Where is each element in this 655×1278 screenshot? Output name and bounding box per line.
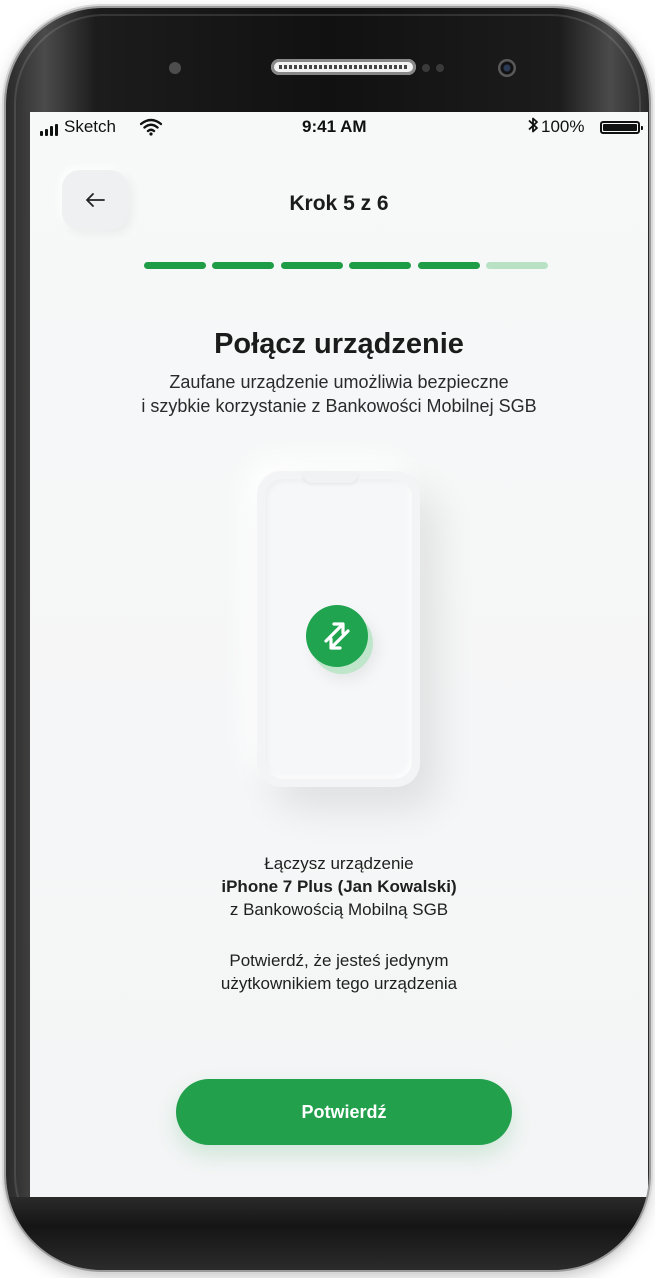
status-bar: Sketch 9:41 AM 100% <box>30 112 648 142</box>
progress-segment <box>144 262 206 269</box>
carrier-name: Sketch <box>64 117 116 136</box>
proximity-sensor <box>169 62 181 74</box>
info-line: z Bankowością Mobilną SGB <box>229 900 449 919</box>
progress-segment <box>349 262 412 269</box>
step-indicator: Krok 5 z 6 <box>289 192 389 215</box>
app-screen: Sketch 9:41 AM 100% Krok 5 z 6 Połącz ur… <box>30 112 648 1197</box>
sync-arrows-icon <box>306 605 368 667</box>
progress-segment <box>417 262 480 269</box>
front-camera <box>498 59 516 77</box>
confirm-note: Potwierdź, że jesteś jedynym użytkowniki… <box>30 949 648 995</box>
confirm-note-line: użytkownikiem tego urządzenia <box>220 974 458 993</box>
page-subtitle: Zaufane urządzenie umożliwia bezpieczne … <box>60 370 618 418</box>
info-line: Łączysz urządzenie <box>264 854 414 873</box>
device-info: Łączysz urządzenie iPhone 7 Plus (Jan Ko… <box>30 852 648 921</box>
device-frame: Sketch 9:41 AM 100% Krok 5 z 6 Połącz ur… <box>6 8 649 1270</box>
bluetooth-icon <box>527 116 539 139</box>
sensor-dots <box>422 64 450 72</box>
confirm-button[interactable]: Potwierdź <box>176 1079 512 1145</box>
battery-percentage: 100% <box>541 117 585 136</box>
status-time: 9:41 AM <box>302 117 367 136</box>
page-title: Połącz urządzenie <box>214 328 464 360</box>
signal-icon <box>40 124 60 136</box>
progress-bar <box>144 262 548 270</box>
wifi-icon <box>139 118 163 141</box>
confirm-note-line: Potwierdź, że jesteś jedynym <box>229 951 449 970</box>
battery-icon <box>600 121 643 134</box>
device-name: iPhone 7 Plus (Jan Kowalski) <box>221 877 457 896</box>
phone-illustration-notch <box>303 471 358 483</box>
device-bottom-bezel <box>6 1197 649 1270</box>
earpiece-speaker <box>271 59 416 75</box>
progress-segment <box>280 262 343 269</box>
subtitle-line: i szybkie korzystanie z Bankowości Mobil… <box>141 396 537 416</box>
subtitle-line: Zaufane urządzenie umożliwia bezpieczne <box>169 372 509 392</box>
progress-segment <box>212 262 275 269</box>
progress-segment <box>485 262 548 269</box>
